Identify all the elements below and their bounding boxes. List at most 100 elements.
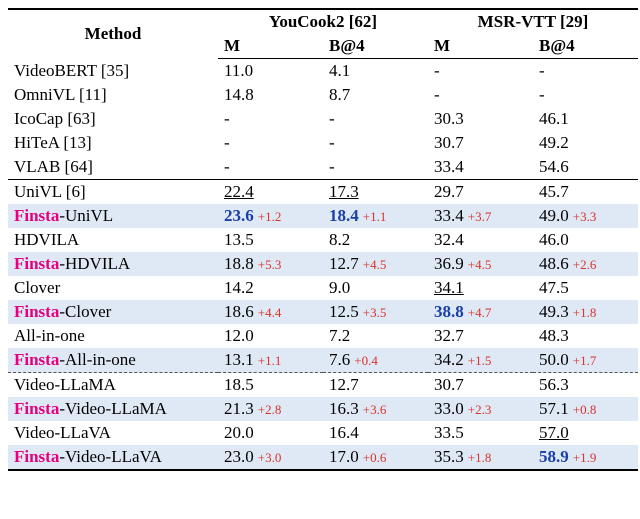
value-cell: 38.8+4.7 <box>428 300 533 324</box>
value-cell: 56.3 <box>533 373 638 398</box>
method-cell: VLAB [64] <box>8 155 218 180</box>
delta: +4.5 <box>464 257 492 272</box>
delta: +1.8 <box>569 305 597 320</box>
delta: +0.6 <box>359 450 387 465</box>
method-cell: IcoCap [63] <box>8 107 218 131</box>
value: - <box>434 61 440 80</box>
value: 34.2 <box>434 350 464 369</box>
delta: +3.7 <box>464 209 492 224</box>
value-cell: - <box>428 83 533 107</box>
value: 30.3 <box>434 109 464 128</box>
value: 57.1 <box>539 399 569 418</box>
value-cell: 33.4+3.7 <box>428 204 533 228</box>
delta: +3.0 <box>254 450 282 465</box>
value-cell: - <box>323 155 428 180</box>
value: - <box>329 133 335 152</box>
delta: +3.3 <box>569 209 597 224</box>
method-cell: HDVILA <box>8 228 218 252</box>
method-cell: Video-LLaMA <box>8 373 218 398</box>
value-cell: - <box>428 59 533 84</box>
table-row: Finsta-Video-LLaMA21.3+2.816.3+3.633.0+2… <box>8 397 638 421</box>
value: 7.2 <box>329 326 350 345</box>
delta: +1.7 <box>569 353 597 368</box>
finsta-prefix: Finsta <box>14 350 59 369</box>
value-cell: 17.0+0.6 <box>323 445 428 470</box>
value-cell: 11.0 <box>218 59 323 84</box>
value-cell: 14.8 <box>218 83 323 107</box>
value-cell: 45.7 <box>533 180 638 205</box>
value-cell: 23.6+1.2 <box>218 204 323 228</box>
value-cell: 29.7 <box>428 180 533 205</box>
value-cell: 58.9+1.9 <box>533 445 638 470</box>
value: 17.0 <box>329 447 359 466</box>
method-cell: Finsta-Video-LLaMA <box>8 397 218 421</box>
value-cell: 8.7 <box>323 83 428 107</box>
value: 36.9 <box>434 254 464 273</box>
value: 12.5 <box>329 302 359 321</box>
delta: +2.3 <box>464 402 492 417</box>
value-cell: 18.6+4.4 <box>218 300 323 324</box>
delta: +1.5 <box>464 353 492 368</box>
value: 33.5 <box>434 423 464 442</box>
value: 30.7 <box>434 375 464 394</box>
col-group-msrvtt: MSR-VTT [29] <box>428 9 638 34</box>
col-yc-b4: B@4 <box>323 34 428 59</box>
value-cell: 36.9+4.5 <box>428 252 533 276</box>
value: 8.7 <box>329 85 350 104</box>
table-row: OmniVL [11]14.88.7-- <box>8 83 638 107</box>
value-cell: - <box>218 107 323 131</box>
value-cell: - <box>218 131 323 155</box>
table-row: UniVL [6]22.417.329.745.7 <box>8 180 638 205</box>
method-cell: Finsta-Clover <box>8 300 218 324</box>
value: 32.4 <box>434 230 464 249</box>
value-cell: 30.7 <box>428 373 533 398</box>
value-cell: 23.0+3.0 <box>218 445 323 470</box>
value-cell: 46.1 <box>533 107 638 131</box>
value-cell: 33.4 <box>428 155 533 180</box>
delta: +1.1 <box>254 353 282 368</box>
value-cell: 30.3 <box>428 107 533 131</box>
col-group-youcook2: YouCook2 [62] <box>218 9 428 34</box>
method-cell: Finsta-UniVL <box>8 204 218 228</box>
value-cell: 18.4+1.1 <box>323 204 428 228</box>
value: 48.3 <box>539 326 569 345</box>
value: 9.0 <box>329 278 350 297</box>
col-method: Method <box>8 9 218 59</box>
delta: +3.6 <box>359 402 387 417</box>
method-suffix: -Clover <box>59 302 111 321</box>
value: 30.7 <box>434 133 464 152</box>
method-suffix: -UniVL <box>59 206 113 225</box>
value-cell: 16.3+3.6 <box>323 397 428 421</box>
value-cell: 12.0 <box>218 324 323 348</box>
value: 17.3 <box>329 182 359 201</box>
value-cell: 12.7 <box>323 373 428 398</box>
delta: +2.8 <box>254 402 282 417</box>
value-cell: 50.0+1.7 <box>533 348 638 373</box>
method-suffix: -All-in-one <box>59 350 135 369</box>
value-cell: 9.0 <box>323 276 428 300</box>
finsta-prefix: Finsta <box>14 254 59 273</box>
value: - <box>224 109 230 128</box>
results-table: Method YouCook2 [62] MSR-VTT [29] M B@4 … <box>8 8 638 471</box>
value: - <box>329 109 335 128</box>
value: 48.6 <box>539 254 569 273</box>
value: 14.8 <box>224 85 254 104</box>
value-cell: 34.2+1.5 <box>428 348 533 373</box>
value: 4.1 <box>329 61 350 80</box>
value-cell: 20.0 <box>218 421 323 445</box>
method-cell: Finsta-All-in-one <box>8 348 218 373</box>
value-cell: 35.3+1.8 <box>428 445 533 470</box>
value-cell: 16.4 <box>323 421 428 445</box>
table-row: HiTeA [13]--30.749.2 <box>8 131 638 155</box>
table-row: VideoBERT [35]11.04.1-- <box>8 59 638 84</box>
value-cell: 32.7 <box>428 324 533 348</box>
finsta-prefix: Finsta <box>14 447 59 466</box>
value: 35.3 <box>434 447 464 466</box>
value: 23.6 <box>224 206 254 225</box>
value: 49.0 <box>539 206 569 225</box>
value: - <box>329 157 335 176</box>
value: 33.4 <box>434 157 464 176</box>
value-cell: 21.3+2.8 <box>218 397 323 421</box>
table-row: Finsta-UniVL23.6+1.218.4+1.133.4+3.7 49.0… <box>8 204 638 228</box>
col-yc-m: M <box>218 34 323 59</box>
